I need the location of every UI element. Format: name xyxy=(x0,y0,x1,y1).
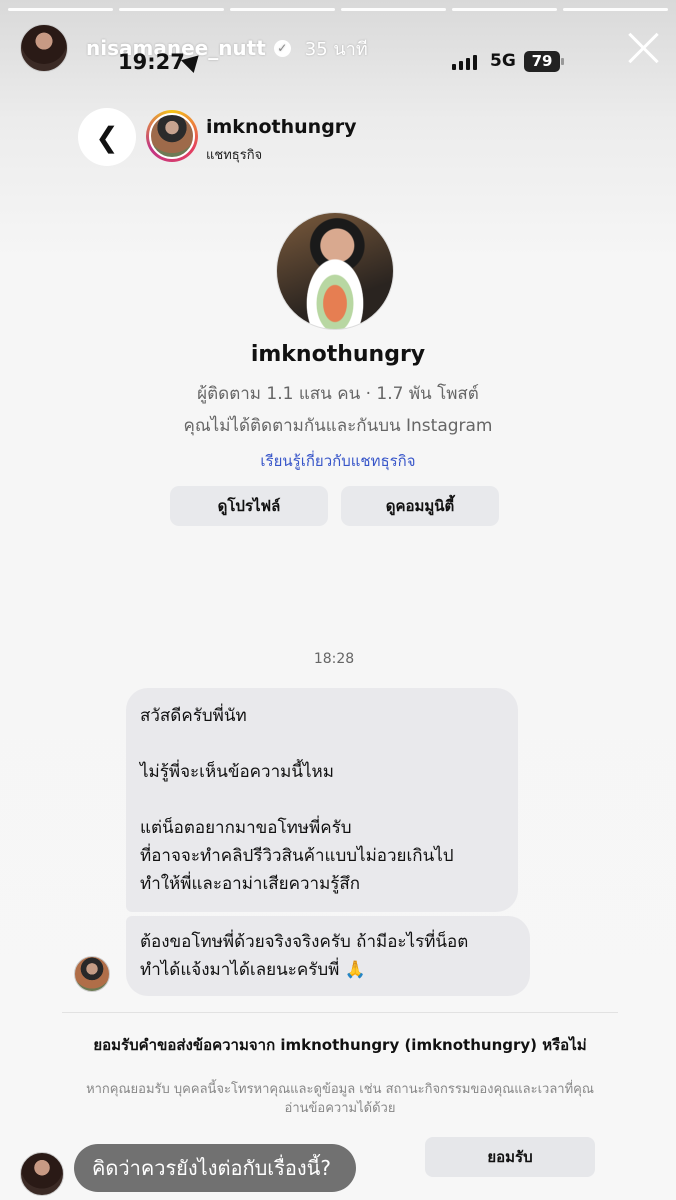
story-progress-segment xyxy=(230,8,335,11)
story-time-ago: 35 นาที xyxy=(304,38,368,60)
follow-status-note: คุณไม่ได้ติดตามกันและกันบน Instagram xyxy=(183,416,493,436)
profile-picture[interactable] xyxy=(276,212,394,330)
accept-button[interactable]: ยอมรับ xyxy=(425,1137,595,1177)
story-progress xyxy=(8,8,668,11)
chevron-left-icon: ❮ xyxy=(95,120,119,154)
request-divider xyxy=(62,1012,618,1013)
story-progress-segment xyxy=(341,8,446,11)
story-author-avatar[interactable] xyxy=(20,24,68,72)
battery-icon: 79 xyxy=(524,51,564,72)
status-time: 19:27 xyxy=(118,50,185,74)
story-reply-input[interactable]: คิดว่าควรยังไงต่อกับเรื่องนี้? xyxy=(74,1144,356,1192)
message-line: ทำให้พี่และอาม่าเสียความรู้สึก xyxy=(140,874,361,894)
story-progress-segment xyxy=(452,8,557,11)
message-request-title: ยอมรับคำขอส่งข้อความจาก imknothungry (im… xyxy=(93,1036,587,1054)
story-progress-segment xyxy=(563,8,668,11)
message-request-note: หากคุณยอมรับ บุคคลนี้จะโทรหาคุณและดูข้อม… xyxy=(86,1082,594,1116)
sender-avatar[interactable] xyxy=(74,956,110,992)
story-progress-segment xyxy=(119,8,224,11)
view-profile-button[interactable]: ดูโปรไฟล์ xyxy=(170,486,328,526)
message-line: แต่น็อตอยากมาขอโทษพี่ครับ xyxy=(140,818,352,838)
view-community-button[interactable]: ดูคอมมูนิตี้ xyxy=(341,486,499,526)
story-progress-segment xyxy=(8,8,113,11)
message-line: ต้องขอโทษพี่ด้วยจริงจริงครับ ถ้ามีอะไรที… xyxy=(140,932,469,952)
message-bubble[interactable]: สวัสดีครับพี่นัท ไม่รู้พี่จะเห็นข้อความน… xyxy=(126,688,518,912)
message-bubble[interactable]: ต้องขอโทษพี่ด้วยจริงจริงครับ ถ้ามีอะไรที… xyxy=(126,916,530,996)
profile-name: imknothungry xyxy=(250,342,426,367)
chat-header-name[interactable]: imknothungry xyxy=(206,116,357,138)
verified-badge-icon: ✓ xyxy=(273,39,291,57)
close-icon[interactable] xyxy=(626,30,660,64)
message-line: สวัสดีครับพี่นัท xyxy=(140,706,247,726)
chat-header-subtitle: แชทธุรกิจ xyxy=(206,148,263,163)
network-type: 5G xyxy=(490,51,516,71)
message-line: ทำได้แจ้งมาได้เลยนะครับพี่ 🙏 xyxy=(140,960,366,980)
message-timestamp: 18:28 xyxy=(313,651,355,667)
message-line: ไม่รู้พี่จะเห็นข้อความนี้ไหม xyxy=(140,762,334,782)
profile-stats: ผู้ติดตาม 1.1 แสน คน · 1.7 พัน โพสต์ xyxy=(197,384,479,404)
viewer-avatar xyxy=(20,1152,64,1196)
learn-business-chat-link[interactable]: เรียนรู้เกี่ยวกับแชทธุรกิจ xyxy=(0,449,676,473)
back-button[interactable]: ❮ xyxy=(78,108,136,166)
chat-header-avatar[interactable] xyxy=(146,110,198,162)
message-line: ที่อาจจะทำคลิปรีวิวสินค้าแบบไม่อวยเกินไป xyxy=(140,846,454,866)
battery-level: 79 xyxy=(531,52,553,70)
cellular-signal-icon xyxy=(452,54,477,70)
